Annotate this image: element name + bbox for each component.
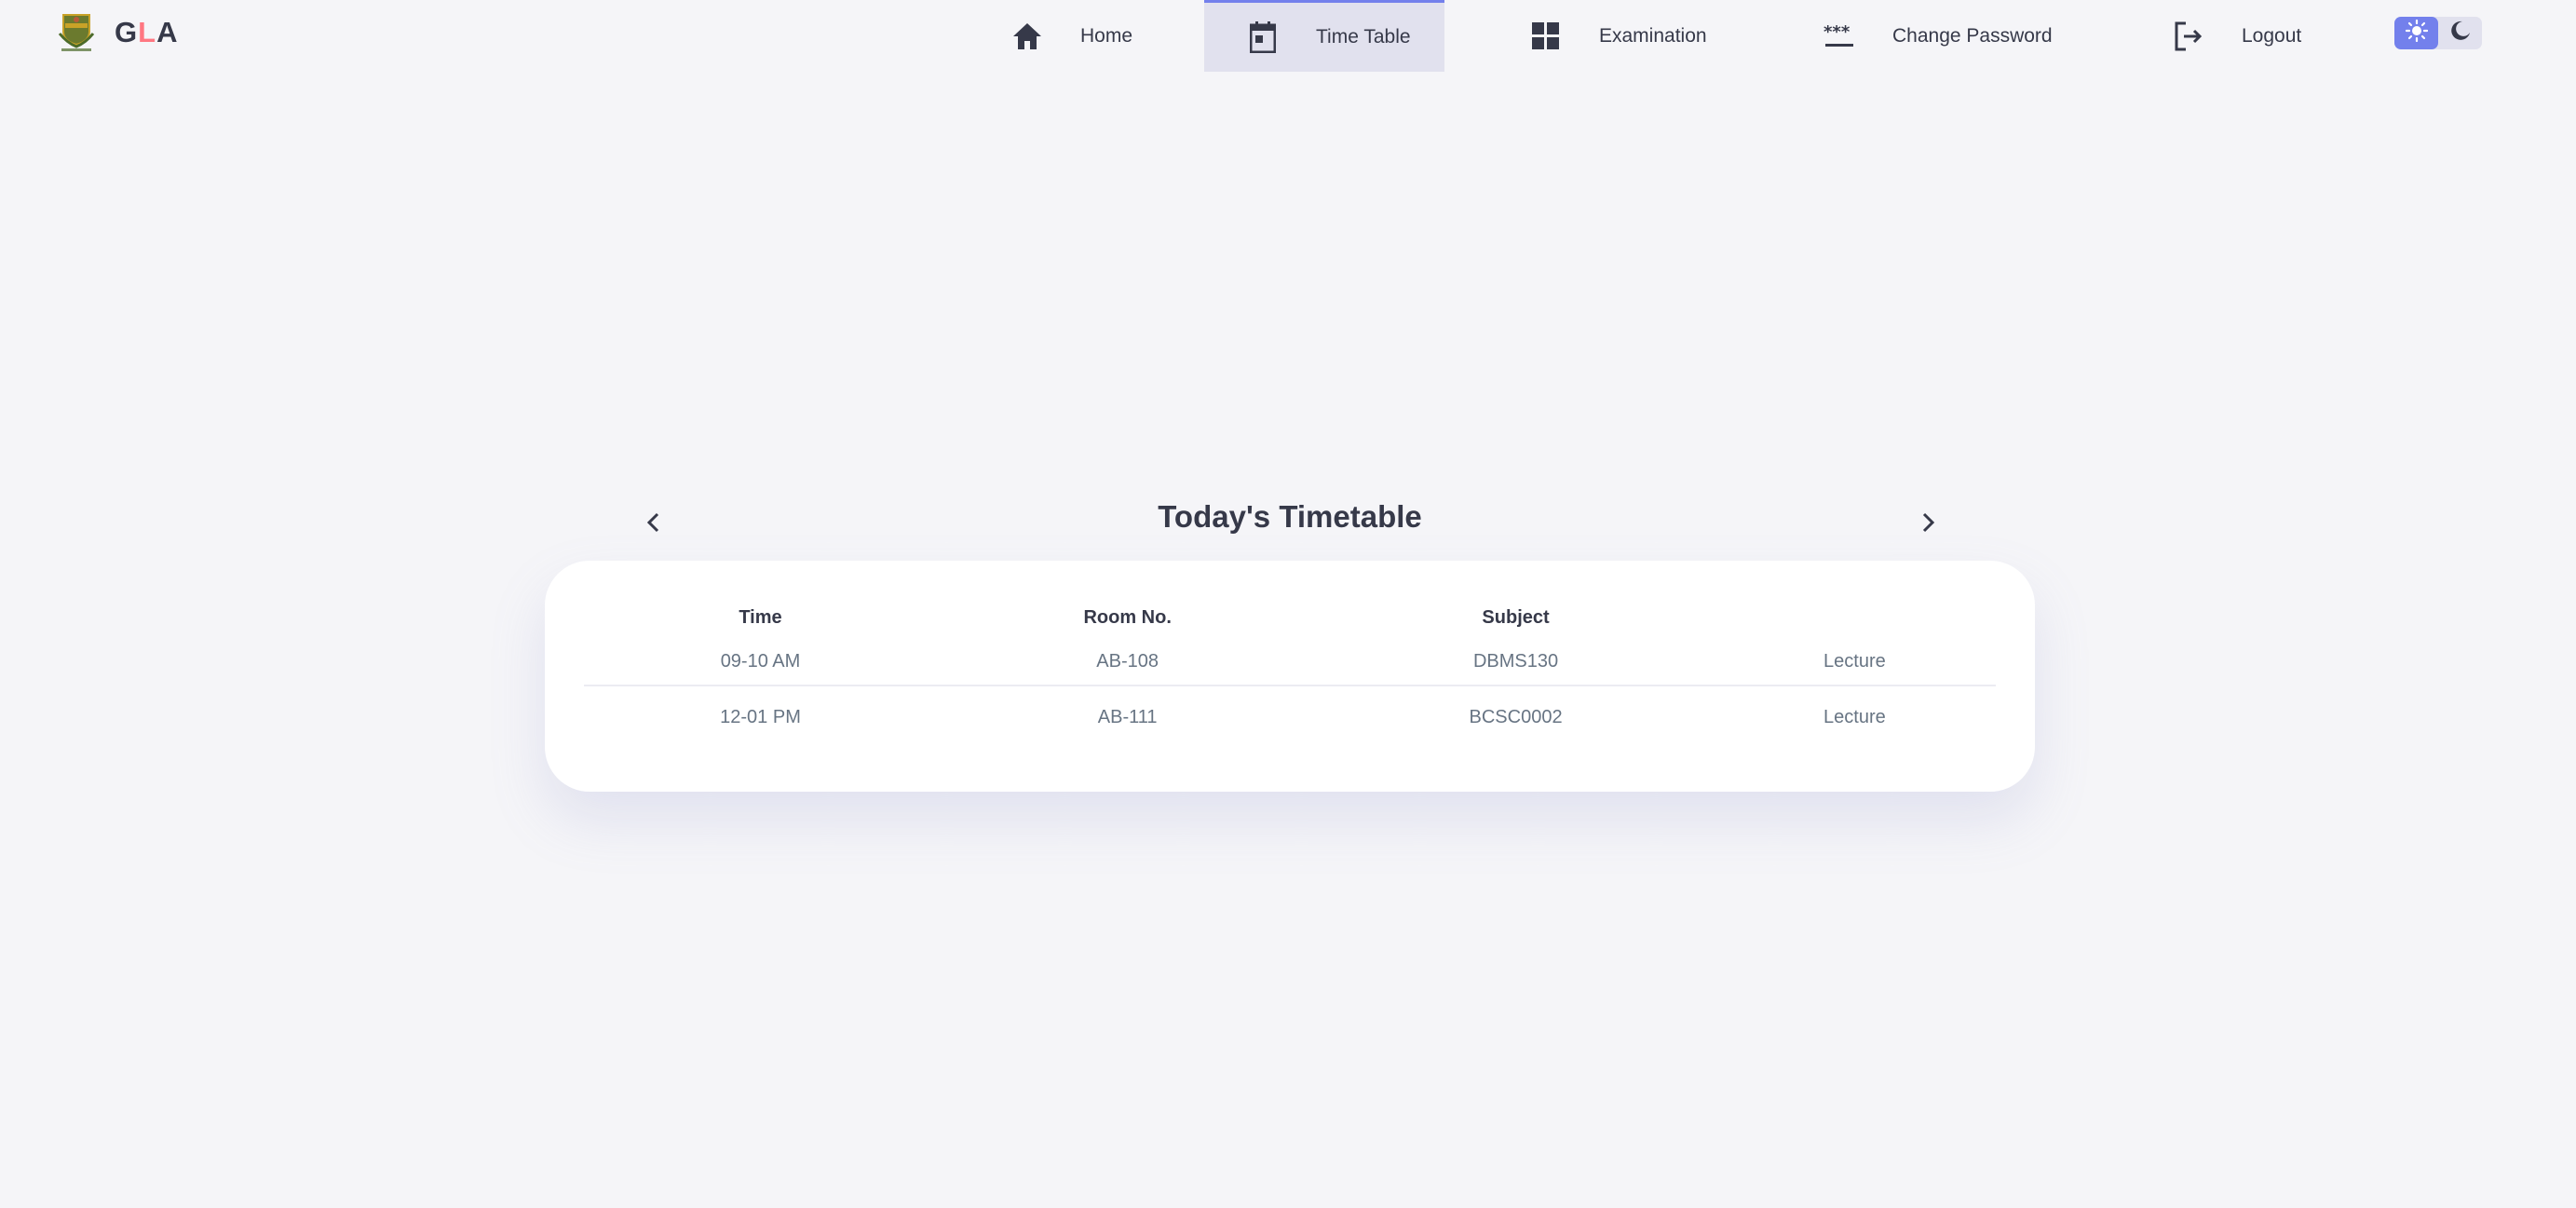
nav-item-logout[interactable]: Logout bbox=[2173, 0, 2301, 72]
nav-label: Examination bbox=[1599, 24, 1707, 47]
header-type bbox=[1714, 596, 1996, 639]
nav-item-timetable[interactable]: Time Table bbox=[1204, 0, 1444, 72]
nav-item-home[interactable]: Home bbox=[1011, 0, 1132, 72]
nav-label: Time Table bbox=[1316, 26, 1411, 48]
nav-label: Logout bbox=[2242, 24, 2302, 47]
logout-icon bbox=[2173, 20, 2204, 52]
nav-label: Home bbox=[1080, 24, 1133, 47]
chevron-right-icon bbox=[1912, 512, 1944, 542]
password-icon: *** bbox=[1824, 20, 1855, 52]
home-icon bbox=[1011, 20, 1043, 52]
cell-type: Lecture bbox=[1824, 706, 1886, 727]
cell-time: 09-10 AM bbox=[584, 639, 937, 686]
cell-time: 12-01 PM bbox=[720, 706, 801, 727]
table-row: 12-01 PM AB-111 BCSC0002 Lecture bbox=[584, 685, 1996, 748]
cell-subject: DBMS130 bbox=[1318, 639, 1714, 686]
grid-icon bbox=[1530, 20, 1562, 52]
header-time: Time bbox=[739, 606, 782, 628]
moon-icon bbox=[2450, 20, 2471, 46]
cell-subject: BCSC0002 bbox=[1469, 706, 1563, 727]
university-logo[interactable] bbox=[54, 9, 99, 54]
cell-room: AB-111 bbox=[1097, 706, 1158, 727]
page-title: Today's Timetable bbox=[1158, 499, 1422, 534]
light-mode-button[interactable] bbox=[2394, 17, 2438, 49]
top-navbar: GLA Home Time Table Examination *** Chan… bbox=[0, 0, 2576, 72]
nav-item-change-password[interactable]: *** Change Password bbox=[1824, 0, 2053, 72]
sun-icon bbox=[2405, 19, 2428, 47]
table-header-row: Time Room No. Subject bbox=[584, 596, 1996, 639]
calendar-icon bbox=[1247, 21, 1279, 53]
nav-label: Change Password bbox=[1892, 24, 2053, 47]
cell-type: Lecture bbox=[1713, 639, 1996, 686]
timetable-card: Time Room No. Subject 09-10 AM AB-108 DB… bbox=[545, 561, 2035, 792]
dark-mode-button[interactable] bbox=[2438, 17, 2482, 49]
header-room: Room No. bbox=[1083, 606, 1172, 628]
header-subject: Subject bbox=[1482, 606, 1550, 628]
brand-letter-a: A bbox=[156, 16, 179, 48]
svg-text:***: *** bbox=[1824, 24, 1851, 42]
timetable-header: Today's Timetable bbox=[615, 494, 1965, 550]
brand-letter-g: G bbox=[115, 16, 139, 48]
next-day-button[interactable] bbox=[1912, 507, 1944, 538]
theme-toggle[interactable] bbox=[2394, 17, 2482, 49]
timetable-table: Time Room No. Subject 09-10 AM AB-108 DB… bbox=[584, 596, 1996, 748]
brand-name: GLA bbox=[115, 14, 178, 51]
cell-room: AB-108 bbox=[937, 639, 1319, 686]
nav-item-examination[interactable]: Examination bbox=[1530, 0, 1707, 72]
brand-letter-l: L bbox=[138, 16, 157, 48]
table-row: 09-10 AM AB-108 DBMS130 Lecture bbox=[584, 639, 1996, 686]
